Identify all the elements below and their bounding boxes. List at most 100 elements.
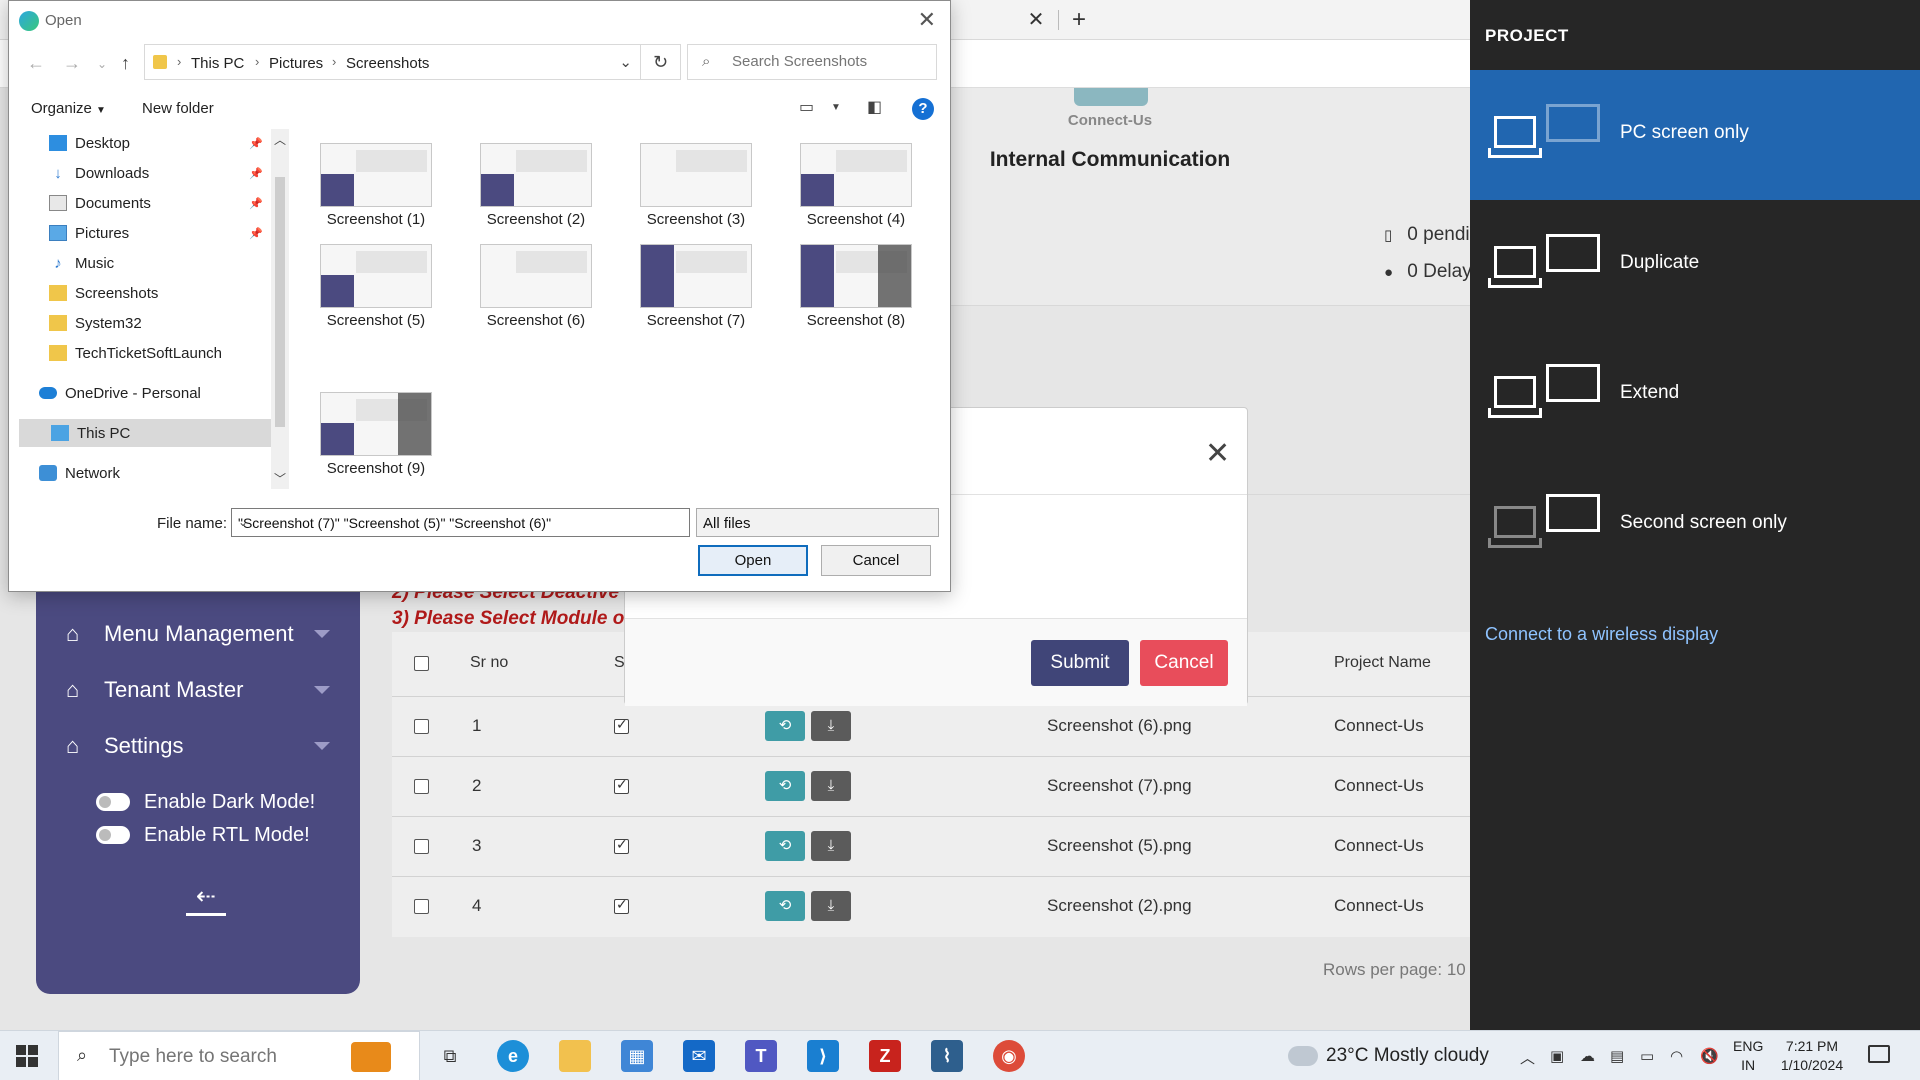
- sidebar-item-settings[interactable]: ⌂ Settings: [66, 728, 336, 764]
- help-icon[interactable]: ?: [912, 98, 934, 120]
- search-input[interactable]: [732, 53, 928, 70]
- vscode-icon[interactable]: ⟩: [807, 1040, 839, 1072]
- preview-pane-icon[interactable]: ◧: [867, 97, 882, 117]
- rows-per-page-select[interactable]: 10: [1447, 960, 1466, 979]
- collapse-sidebar-icon[interactable]: ⇠: [184, 882, 228, 916]
- project-option-duplicate[interactable]: Duplicate: [1470, 200, 1920, 330]
- open-button[interactable]: Open: [698, 545, 808, 576]
- download-icon[interactable]: ⤓: [811, 831, 851, 861]
- close-icon[interactable]: ✕: [1205, 436, 1230, 471]
- download-icon[interactable]: ⤓: [811, 711, 851, 741]
- submit-button[interactable]: Submit: [1031, 640, 1129, 686]
- row-checkbox[interactable]: [414, 899, 429, 914]
- nav-item-screenshots[interactable]: Screenshots: [49, 279, 158, 307]
- row-checkbox[interactable]: [414, 839, 429, 854]
- windows-start-icon[interactable]: [16, 1045, 38, 1067]
- notification-icon[interactable]: [1868, 1045, 1890, 1063]
- onedrive-icon[interactable]: ☁: [1580, 1047, 1595, 1065]
- select-all-checkbox[interactable]: [414, 656, 429, 671]
- connect-wireless-display-link[interactable]: Connect to a wireless display: [1485, 624, 1718, 645]
- file-type-select[interactable]: All files ⌄: [696, 508, 939, 537]
- back-arrow-icon[interactable]: ←: [27, 53, 45, 74]
- project-option-pc-screen-only[interactable]: PC screen only: [1470, 70, 1920, 200]
- file-item[interactable]: Screenshot (8): [796, 244, 916, 329]
- file-item[interactable]: Screenshot (6): [476, 244, 596, 329]
- view-options-chevron-icon[interactable]: ▼: [831, 102, 841, 113]
- chevron-down-icon[interactable]: ⌄: [619, 53, 632, 71]
- sidebar-item-menu-management[interactable]: ⌂ Menu Management: [66, 616, 336, 652]
- weather-widget[interactable]: 23°C Mostly cloudy: [1288, 1045, 1489, 1067]
- clock[interactable]: 7:21 PM 1/10/2024: [1776, 1037, 1848, 1075]
- dark-mode-toggle-row[interactable]: Enable Dark Mode!: [96, 788, 315, 816]
- teams-icon[interactable]: T: [745, 1040, 777, 1072]
- project-option-second-screen-only[interactable]: Second screen only: [1470, 460, 1920, 590]
- nav-item-music[interactable]: ♪ Music: [49, 249, 114, 277]
- search-box[interactable]: ⌕: [687, 44, 937, 80]
- taskbar-search[interactable]: ⌕: [58, 1031, 420, 1080]
- nav-item-techticketsoftlaunch[interactable]: TechTicketSoftLaunch: [49, 339, 222, 367]
- refresh-icon[interactable]: ↻: [641, 44, 681, 80]
- nav-item-system32[interactable]: System32: [49, 309, 142, 337]
- language-indicator[interactable]: ENG IN: [1733, 1037, 1763, 1075]
- rtl-mode-toggle[interactable]: [96, 826, 130, 844]
- volume-muted-icon[interactable]: 🔇: [1700, 1047, 1719, 1065]
- scroll-down-icon[interactable]: ﹀: [274, 470, 286, 487]
- change-view-icon[interactable]: ▭: [799, 97, 814, 117]
- sql-tool-icon[interactable]: ⌇: [931, 1040, 963, 1072]
- nav-item-pictures[interactable]: Pictures 📌: [49, 219, 263, 247]
- nav-item-this-pc[interactable]: This PC: [19, 419, 275, 447]
- file-item[interactable]: Screenshot (4): [796, 143, 916, 228]
- store-icon[interactable]: ▦: [621, 1040, 653, 1072]
- briefcase-icon[interactable]: [351, 1042, 391, 1072]
- file-item[interactable]: Screenshot (5): [316, 244, 436, 329]
- filezilla-icon[interactable]: Z: [869, 1040, 901, 1072]
- dialog-cancel-button[interactable]: Cancel: [821, 545, 931, 576]
- row-checkbox[interactable]: [414, 779, 429, 794]
- organize-menu[interactable]: Organize ▼: [31, 100, 106, 117]
- scrollbar-thumb[interactable]: [275, 177, 285, 427]
- file-explorer-icon[interactable]: [559, 1040, 591, 1072]
- remote-icon[interactable]: ▤: [1610, 1047, 1624, 1065]
- download-icon[interactable]: ⤓: [811, 891, 851, 921]
- breadcrumb-pictures[interactable]: Pictures: [269, 55, 323, 72]
- file-item[interactable]: Screenshot (3): [636, 143, 756, 228]
- recent-chevron-down-icon[interactable]: ⌄: [97, 57, 107, 71]
- address-field[interactable]: [950, 46, 1460, 82]
- project-option-extend[interactable]: Extend: [1470, 330, 1920, 460]
- forward-arrow-icon[interactable]: →: [63, 53, 81, 74]
- chrome-icon[interactable]: ◉: [993, 1040, 1025, 1072]
- status-checkbox[interactable]: [614, 896, 629, 914]
- nav-scrollbar[interactable]: ︿ ﹀: [271, 129, 289, 489]
- breadcrumb[interactable]: › This PC › Pictures › Screenshots ⌄: [144, 44, 641, 80]
- taskbar-search-input[interactable]: [109, 1046, 329, 1068]
- row-checkbox[interactable]: [414, 719, 429, 734]
- nav-item-desktop[interactable]: Desktop 📌: [49, 129, 263, 157]
- show-hidden-icons-icon[interactable]: ︿: [1520, 1047, 1535, 1068]
- mail-icon[interactable]: ✉: [683, 1040, 715, 1072]
- file-item[interactable]: Screenshot (9): [316, 392, 436, 477]
- up-arrow-icon[interactable]: ↑: [121, 53, 130, 74]
- file-item[interactable]: Screenshot (2): [476, 143, 596, 228]
- task-view-icon[interactable]: ⧉: [434, 1040, 466, 1072]
- nav-item-documents[interactable]: Documents 📌: [49, 189, 263, 217]
- nav-item-downloads[interactable]: ↓ Downloads 📌: [49, 159, 262, 187]
- download-icon[interactable]: ⤓: [811, 771, 851, 801]
- rtl-mode-toggle-row[interactable]: Enable RTL Mode!: [96, 821, 310, 849]
- close-tab-icon[interactable]: ✕: [1026, 8, 1046, 32]
- history-icon[interactable]: ⟲: [765, 771, 805, 801]
- nav-item-network[interactable]: Network: [39, 459, 120, 487]
- close-icon[interactable]: ✕: [918, 7, 936, 33]
- history-icon[interactable]: ⟲: [765, 831, 805, 861]
- breadcrumb-screenshots[interactable]: Screenshots: [346, 55, 429, 72]
- meet-now-icon[interactable]: ▣: [1550, 1047, 1564, 1065]
- file-item[interactable]: Screenshot (7): [636, 244, 756, 329]
- new-tab-button[interactable]: +: [1066, 6, 1092, 34]
- breadcrumb-this-pc[interactable]: This PC: [191, 55, 244, 72]
- dark-mode-toggle[interactable]: [96, 793, 130, 811]
- file-item[interactable]: Screenshot (1): [316, 143, 436, 228]
- battery-icon[interactable]: ▭: [1640, 1047, 1654, 1065]
- status-checkbox[interactable]: [614, 836, 629, 854]
- new-folder-button[interactable]: New folder: [142, 100, 214, 117]
- wifi-icon[interactable]: ◠: [1670, 1047, 1683, 1065]
- edge-icon[interactable]: e: [497, 1040, 529, 1072]
